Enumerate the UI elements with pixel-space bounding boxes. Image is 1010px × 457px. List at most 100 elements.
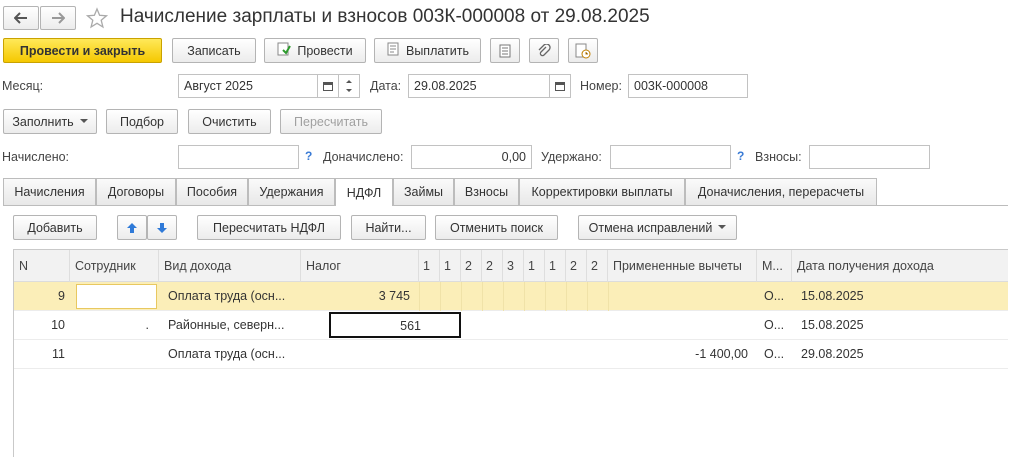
tab-contributions[interactable]: Взносы <box>454 178 519 205</box>
table-row[interactable]: 10 . Районные, северн... 561 О... 15.08.… <box>14 311 1008 340</box>
number-label: Номер: <box>580 79 622 93</box>
cell-tax[interactable]: 3 745 <box>301 282 415 311</box>
cell-m[interactable]: О... <box>759 282 792 311</box>
pay-button-label: Выплатить <box>405 43 469 58</box>
fill-button[interactable]: Заполнить <box>3 109 97 134</box>
fill-button-label: Заполнить <box>12 114 74 129</box>
add-button[interactable]: Добавить <box>13 215 97 240</box>
post-and-close-button[interactable]: Провести и закрыть <box>3 38 162 63</box>
chevron-down-icon <box>718 225 727 229</box>
withheld-help-icon[interactable]: ? <box>737 149 744 163</box>
col-header-c2[interactable]: 1 <box>440 250 461 282</box>
tab-withholdings[interactable]: Удержания <box>248 178 335 205</box>
report-clock-icon <box>575 43 591 58</box>
star-icon[interactable] <box>86 7 108 29</box>
date-calendar-button[interactable] <box>549 74 571 98</box>
cell-deductions[interactable] <box>608 311 757 340</box>
col-header-c3[interactable]: 2 <box>461 250 482 282</box>
cell-m[interactable]: О... <box>759 311 792 340</box>
table-row[interactable]: 11 Оплата труда (осн... -1 400,00 О... 2… <box>14 340 1008 369</box>
cell-income-date[interactable]: 15.08.2025 <box>796 311 1006 340</box>
tab-accruals[interactable]: Начисления <box>3 178 96 205</box>
cell-tax-editing[interactable]: 561 <box>329 312 461 338</box>
forward-button[interactable] <box>40 6 76 30</box>
attach-button[interactable] <box>529 38 559 63</box>
tab-contracts[interactable]: Договоры <box>96 178 176 205</box>
cell-income-type[interactable]: Оплата труда (осн... <box>163 282 301 311</box>
cell-income-date[interactable]: 15.08.2025 <box>796 282 1006 311</box>
arrow-right-icon <box>52 12 65 24</box>
extra-accrued-label: Доначислено: <box>323 150 404 164</box>
col-divider <box>566 282 567 311</box>
contributions-label: Взносы: <box>755 150 802 164</box>
accrued-label: Начислено: <box>2 150 70 164</box>
recalculate-button[interactable]: Пересчитать <box>280 109 382 134</box>
col-header-c1[interactable]: 1 <box>419 250 440 282</box>
document-icon <box>386 42 400 59</box>
tab-ndfl[interactable]: НДФЛ <box>335 178 393 206</box>
cell-deductions[interactable]: -1 400,00 <box>608 340 753 369</box>
month-field[interactable]: Август 2025 <box>178 74 318 98</box>
cancel-search-button[interactable]: Отменить поиск <box>435 215 558 240</box>
col-header-m[interactable]: М... <box>757 250 792 282</box>
recalculate-ndfl-button[interactable]: Пересчитать НДФЛ <box>197 215 341 240</box>
col-header-income-type[interactable]: Вид дохода <box>159 250 301 282</box>
cell-income-type[interactable]: Оплата труда (осн... <box>163 340 301 369</box>
col-header-c4[interactable]: 2 <box>482 250 503 282</box>
withheld-field <box>610 145 731 169</box>
tab-loans[interactable]: Займы <box>393 178 454 205</box>
table-row[interactable]: 9 Оплата труда (осн... 3 745 О... 15.08.… <box>14 282 1008 311</box>
calendar-icon <box>323 82 333 91</box>
spin-updown-icon <box>346 80 352 92</box>
find-button[interactable]: Найти... <box>351 215 426 240</box>
cell-income-type[interactable]: Районные, северн... <box>163 311 301 340</box>
cell-m[interactable]: О... <box>759 340 792 369</box>
col-header-employee[interactable]: Сотрудник <box>70 250 159 282</box>
cell-n: 9 <box>58 289 65 303</box>
col-divider <box>503 282 504 311</box>
col-header-c9[interactable]: 2 <box>587 250 608 282</box>
move-up-button[interactable] <box>117 215 147 240</box>
table-header: N Сотрудник Вид дохода Налог 1 1 2 2 3 1… <box>14 250 1008 282</box>
cancel-corrections-button[interactable]: Отмена исправлений <box>578 215 737 240</box>
save-button[interactable]: Записать <box>172 38 256 63</box>
col-header-c8[interactable]: 2 <box>566 250 587 282</box>
month-spin-button[interactable] <box>338 74 360 98</box>
tab-recalculations[interactable]: Доначисления, перерасчеты <box>685 178 877 205</box>
cell-deductions[interactable] <box>608 282 757 311</box>
cell-employee[interactable] <box>70 340 159 369</box>
cell-employee[interactable]: . <box>70 311 154 340</box>
tab-benefits[interactable]: Пособия <box>176 178 248 205</box>
col-header-c7[interactable]: 1 <box>545 250 566 282</box>
cell-income-date[interactable]: 29.08.2025 <box>796 340 1006 369</box>
col-divider <box>524 282 525 311</box>
pay-button[interactable]: Выплатить <box>374 38 481 63</box>
col-divider <box>545 282 546 311</box>
month-calendar-button[interactable] <box>317 74 339 98</box>
report-button[interactable] <box>568 38 598 63</box>
back-button[interactable] <box>3 6 39 30</box>
clear-button[interactable]: Очистить <box>188 109 271 134</box>
select-button[interactable]: Подбор <box>106 109 178 134</box>
col-header-c5[interactable]: 3 <box>503 250 524 282</box>
accrued-help-icon[interactable]: ? <box>305 149 312 163</box>
post-button[interactable]: Провести <box>264 38 366 63</box>
cell-employee[interactable] <box>76 284 157 309</box>
cell-tax[interactable] <box>301 340 415 369</box>
col-header-c6[interactable]: 1 <box>524 250 545 282</box>
date-field[interactable]: 29.08.2025 <box>408 74 550 98</box>
calendar-icon <box>555 82 565 91</box>
col-header-n[interactable]: N <box>14 250 70 282</box>
col-header-income-date[interactable]: Дата получения дохода <box>792 250 1008 282</box>
extra-accrued-field: 0,00 <box>411 145 532 169</box>
number-field[interactable]: 003К-000008 <box>628 74 748 98</box>
tab-payment-corrections[interactable]: Корректировки выплаты <box>519 178 685 205</box>
paperclip-icon <box>538 43 551 56</box>
list-button[interactable] <box>490 38 520 63</box>
chevron-down-icon <box>79 119 88 123</box>
col-divider <box>482 282 483 311</box>
date-label: Дата: <box>370 79 402 93</box>
move-down-button[interactable] <box>147 215 177 240</box>
col-header-deductions[interactable]: Примененные вычеты <box>608 250 757 282</box>
col-header-tax[interactable]: Налог <box>301 250 419 282</box>
